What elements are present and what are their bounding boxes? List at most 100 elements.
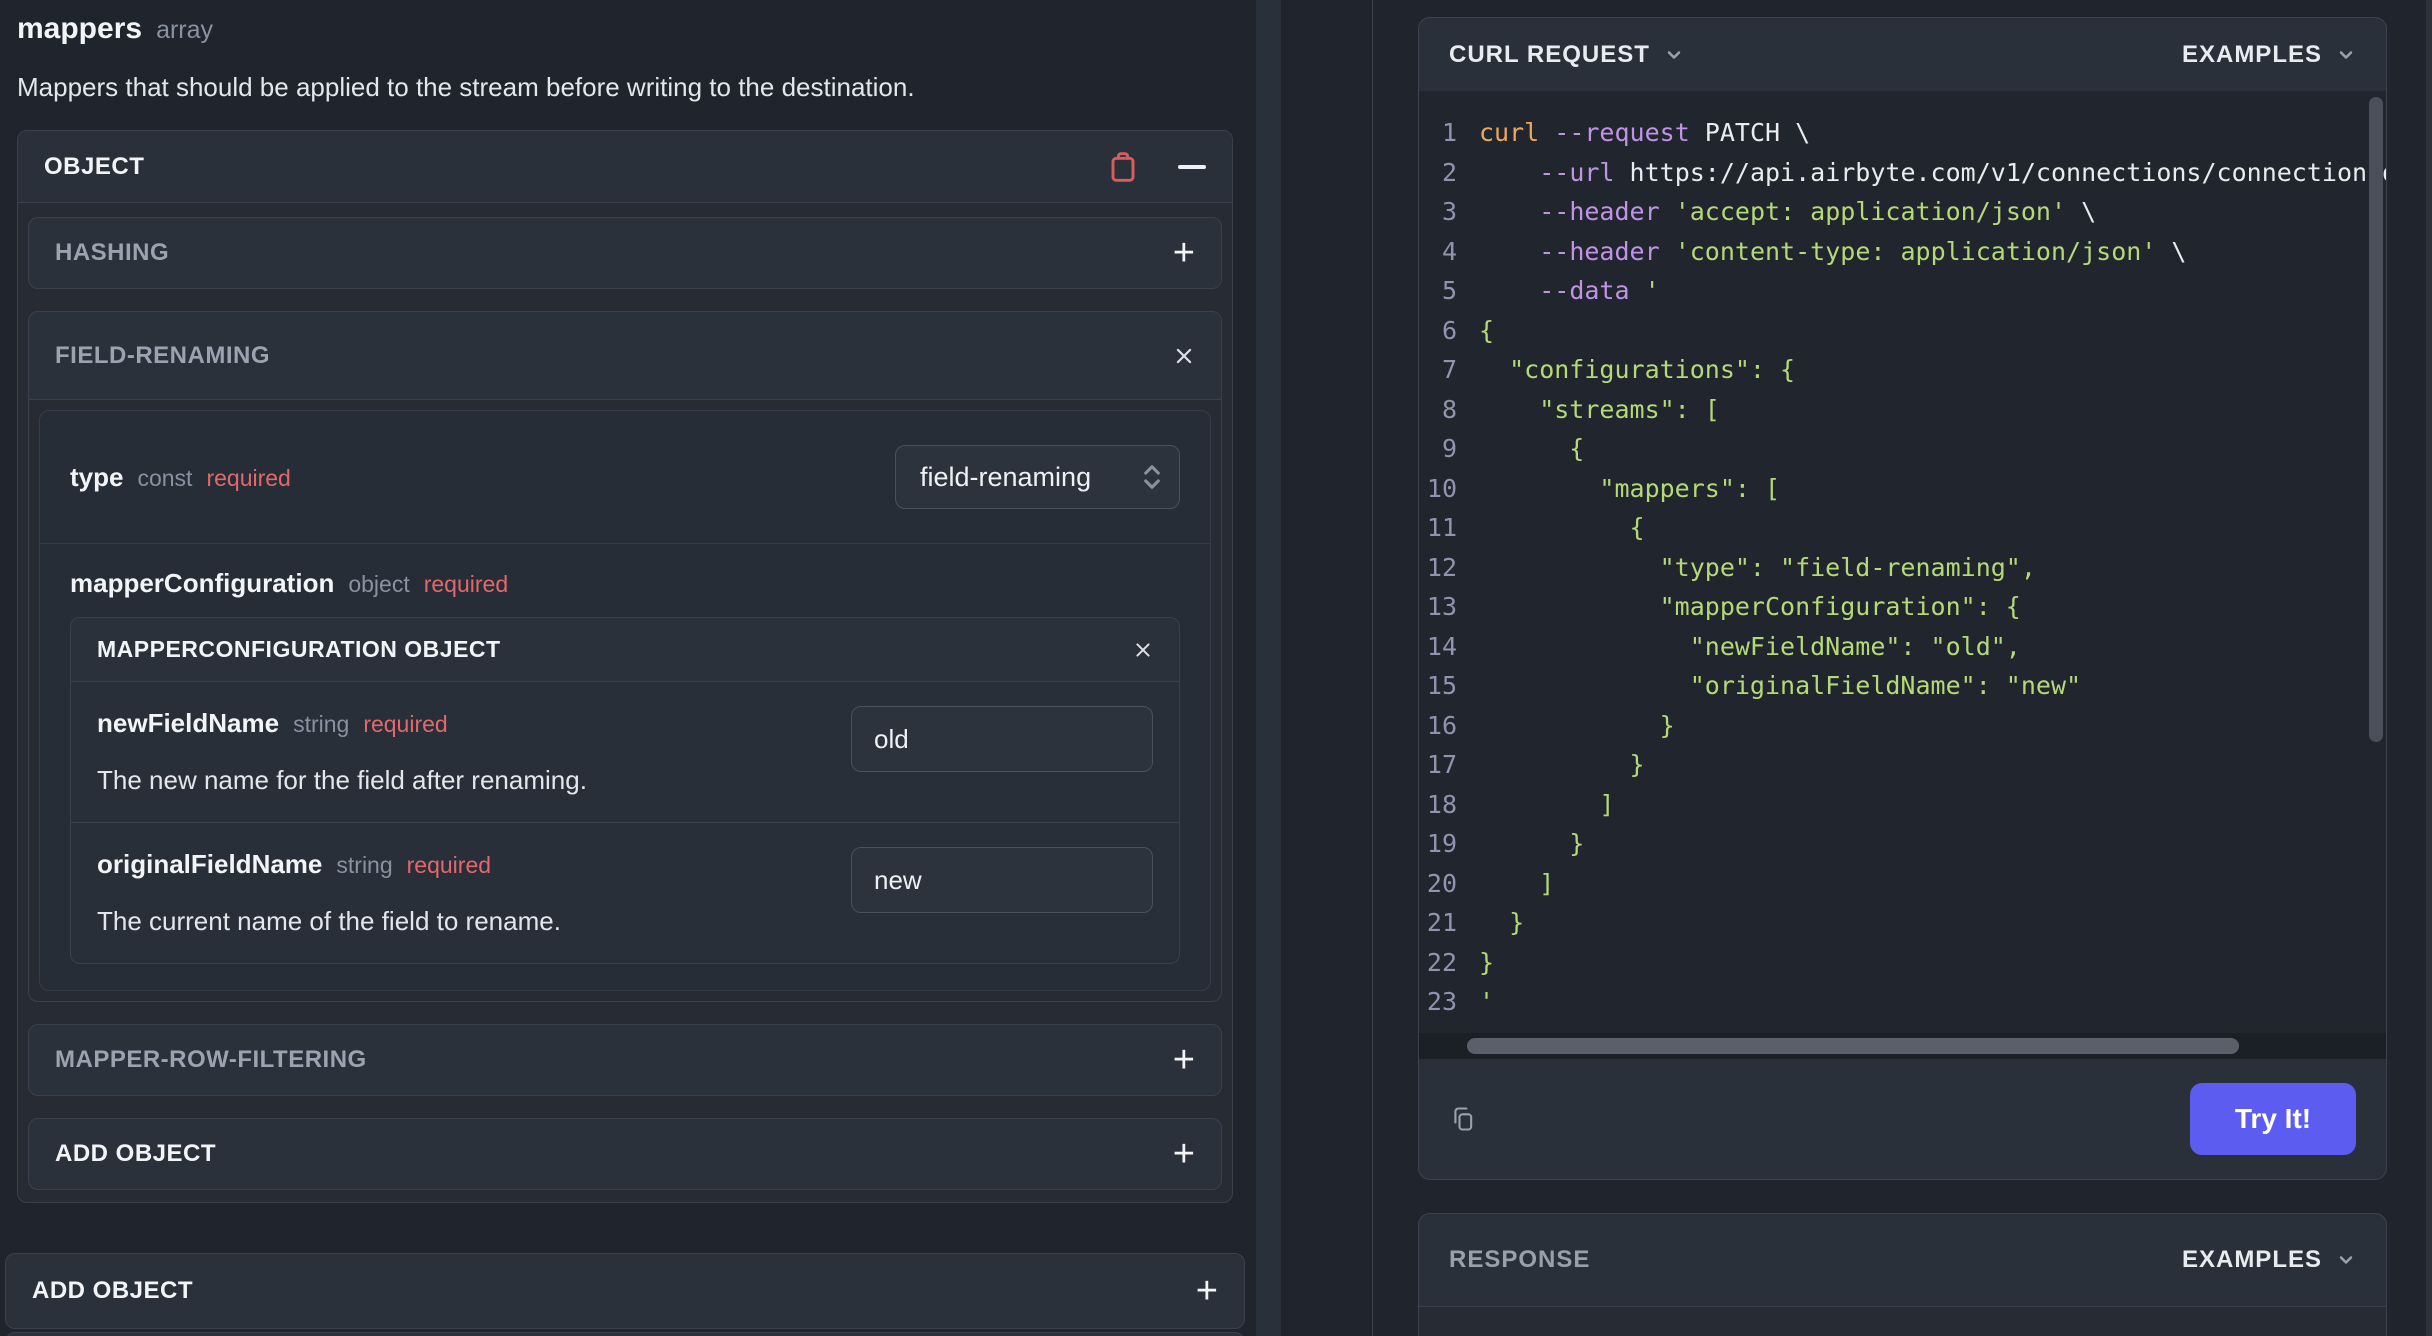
line-number: 21	[1426, 908, 1457, 937]
plus-icon[interactable]: +	[1173, 234, 1195, 272]
examples-label: EXAMPLES	[2181, 1246, 2322, 1273]
code-text: {	[1479, 434, 1585, 463]
plus-icon[interactable]: +	[1173, 1135, 1195, 1173]
mapper-row-filtering-label: MAPPER-ROW-FILTERING	[55, 1046, 367, 1073]
add-object-button-inner[interactable]: ADD OBJECT +	[28, 1118, 1222, 1190]
code-text: "type": "field-renaming",	[1479, 552, 2036, 582]
code-text: {	[1479, 315, 1495, 345]
close-icon[interactable]	[1173, 345, 1195, 367]
line-number: 7	[1441, 355, 1457, 384]
object-panel: OBJECT HASHING + FIELD-RENAMING type con…	[17, 130, 1233, 1203]
type-select[interactable]: field-renaming	[895, 445, 1180, 509]
code-line: 11 {	[1419, 508, 2386, 548]
trash-icon	[1108, 151, 1138, 183]
code-text: }	[1479, 947, 1495, 977]
required-badge: required	[206, 464, 291, 491]
section-mapper-row-filtering[interactable]: MAPPER-ROW-FILTERING +	[28, 1024, 1222, 1096]
code-text: "mappers": [	[1479, 473, 1781, 503]
line-number: 13	[1426, 592, 1457, 621]
newfieldname-input[interactable]	[851, 706, 1153, 772]
add-object-button-outer[interactable]: ADD OBJECT +	[5, 1253, 1245, 1329]
try-it-button[interactable]: Try It!	[2190, 1083, 2356, 1155]
code-text: curl --request PATCH \	[1479, 118, 1811, 147]
collapse-object-button[interactable]	[1178, 164, 1206, 169]
curl-request-dropdown[interactable]: CURL REQUEST	[1449, 41, 1684, 69]
line-number: 1	[1441, 118, 1457, 147]
mapperconfiguration-header: MAPPERCONFIGURATION OBJECT	[71, 618, 1179, 682]
type-field-row: type const required field-renaming	[40, 411, 1210, 543]
field-kind: string	[293, 711, 350, 737]
code-text: ]	[1479, 789, 1615, 819]
delete-object-button[interactable]	[1108, 151, 1138, 183]
code-lines: 1 curl --request PATCH \ 2 --url https://a…	[1419, 113, 2386, 1022]
response-panel-header: RESPONSE EXAMPLES	[1419, 1214, 2386, 1307]
code-line: 8 "streams": [	[1419, 390, 2386, 430]
code-line: 13 "mapperConfiguration": {	[1419, 587, 2386, 627]
hashing-label: HASHING	[55, 239, 170, 266]
field-renaming-header[interactable]: FIELD-RENAMING	[29, 312, 1221, 400]
object-panel-title: OBJECT	[44, 152, 145, 180]
originalfieldname-input[interactable]	[851, 847, 1153, 913]
code-line: 17 }	[1419, 745, 2386, 785]
code-text: "newFieldName": "old",	[1479, 631, 2021, 661]
code-line: 10 "mappers": [	[1419, 469, 2386, 509]
line-number: 18	[1426, 789, 1457, 819]
line-number: 17	[1426, 750, 1457, 779]
line-number: 11	[1426, 513, 1457, 542]
code-text: '	[1479, 987, 1495, 1016]
line-number: 9	[1441, 434, 1457, 463]
code-text: "originalFieldName": "new"	[1479, 671, 2082, 700]
response-panel: RESPONSE EXAMPLES	[1418, 1213, 2387, 1336]
mapperconfiguration-title: MAPPERCONFIGURATION OBJECT	[97, 636, 501, 662]
code-text: {	[1479, 513, 1645, 542]
code-text: ]	[1479, 868, 1555, 898]
plus-icon[interactable]: +	[1196, 1272, 1218, 1310]
code-line: 1 curl --request PATCH \	[1419, 113, 2386, 153]
code-horizontal-scrollbar-thumb[interactable]	[1467, 1038, 2239, 1054]
minus-icon	[1178, 164, 1206, 169]
page-title: mappers	[17, 12, 143, 45]
window-scrollbar[interactable]	[2426, 0, 2432, 1336]
code-text: "streams": [	[1479, 394, 1720, 424]
newfieldname-row: newFieldName string required The new nam…	[71, 682, 1179, 823]
code-horizontal-scrollbar-track[interactable]	[1419, 1033, 2386, 1059]
code-text: "mapperConfiguration": {	[1479, 592, 2021, 621]
field-renaming-label: FIELD-RENAMING	[55, 341, 270, 369]
mappers-description: Mappers that should be applied to the st…	[17, 72, 915, 102]
code-line: 23 '	[1419, 982, 2386, 1022]
code-line: 14 "newFieldName": "old",	[1419, 627, 2386, 667]
select-chevrons-icon	[1141, 461, 1163, 493]
field-name: type	[70, 461, 124, 492]
curl-panel-header: CURL REQUEST EXAMPLES	[1419, 18, 2386, 91]
section-field-renaming: FIELD-RENAMING type const required field…	[28, 311, 1222, 1002]
code-text: }	[1479, 710, 1675, 740]
plus-icon[interactable]: +	[1173, 1041, 1195, 1079]
code-line: 15 "originalFieldName": "new"	[1419, 666, 2386, 706]
response-code-block	[1419, 1307, 2386, 1336]
chevron-down-icon	[1664, 45, 1684, 65]
code-vertical-scrollbar[interactable]	[2369, 97, 2383, 742]
field-name: newFieldName	[97, 708, 280, 738]
line-number: 3	[1441, 197, 1457, 226]
type-select-value: field-renaming	[920, 461, 1092, 492]
code-text: --header 'content-type: application/json…	[1539, 236, 2187, 266]
curl-code-block[interactable]: 1 curl --request PATCH \ 2 --url https://a…	[1419, 91, 2386, 1033]
left-column-scrollbar[interactable]	[1256, 0, 1281, 1336]
curl-examples-dropdown[interactable]: EXAMPLES	[2182, 41, 2356, 69]
code-line: 7 "configurations": {	[1419, 350, 2386, 390]
code-text: "configurations": {	[1479, 355, 1796, 384]
next-panel-edge	[5, 1332, 1245, 1336]
close-icon[interactable]	[1133, 640, 1153, 660]
code-line: 2 --url https://api.airbyte.com/v1/conne…	[1419, 153, 2386, 193]
chevron-down-icon	[2336, 45, 2356, 65]
originalfieldname-row: originalFieldName string required The cu…	[71, 823, 1179, 963]
section-hashing[interactable]: HASHING +	[28, 217, 1222, 289]
field-name: originalFieldName	[97, 849, 323, 879]
response-examples-dropdown[interactable]: EXAMPLES	[2182, 1246, 2356, 1274]
code-text: --data '	[1539, 276, 1660, 305]
line-number: 4	[1441, 236, 1457, 266]
code-text: --url https://api.airbyte.com/v1/connect…	[1539, 157, 2386, 187]
copy-code-button[interactable]	[1449, 1104, 1477, 1134]
line-number: 5	[1441, 276, 1457, 305]
response-title: RESPONSE	[1449, 1246, 1591, 1273]
